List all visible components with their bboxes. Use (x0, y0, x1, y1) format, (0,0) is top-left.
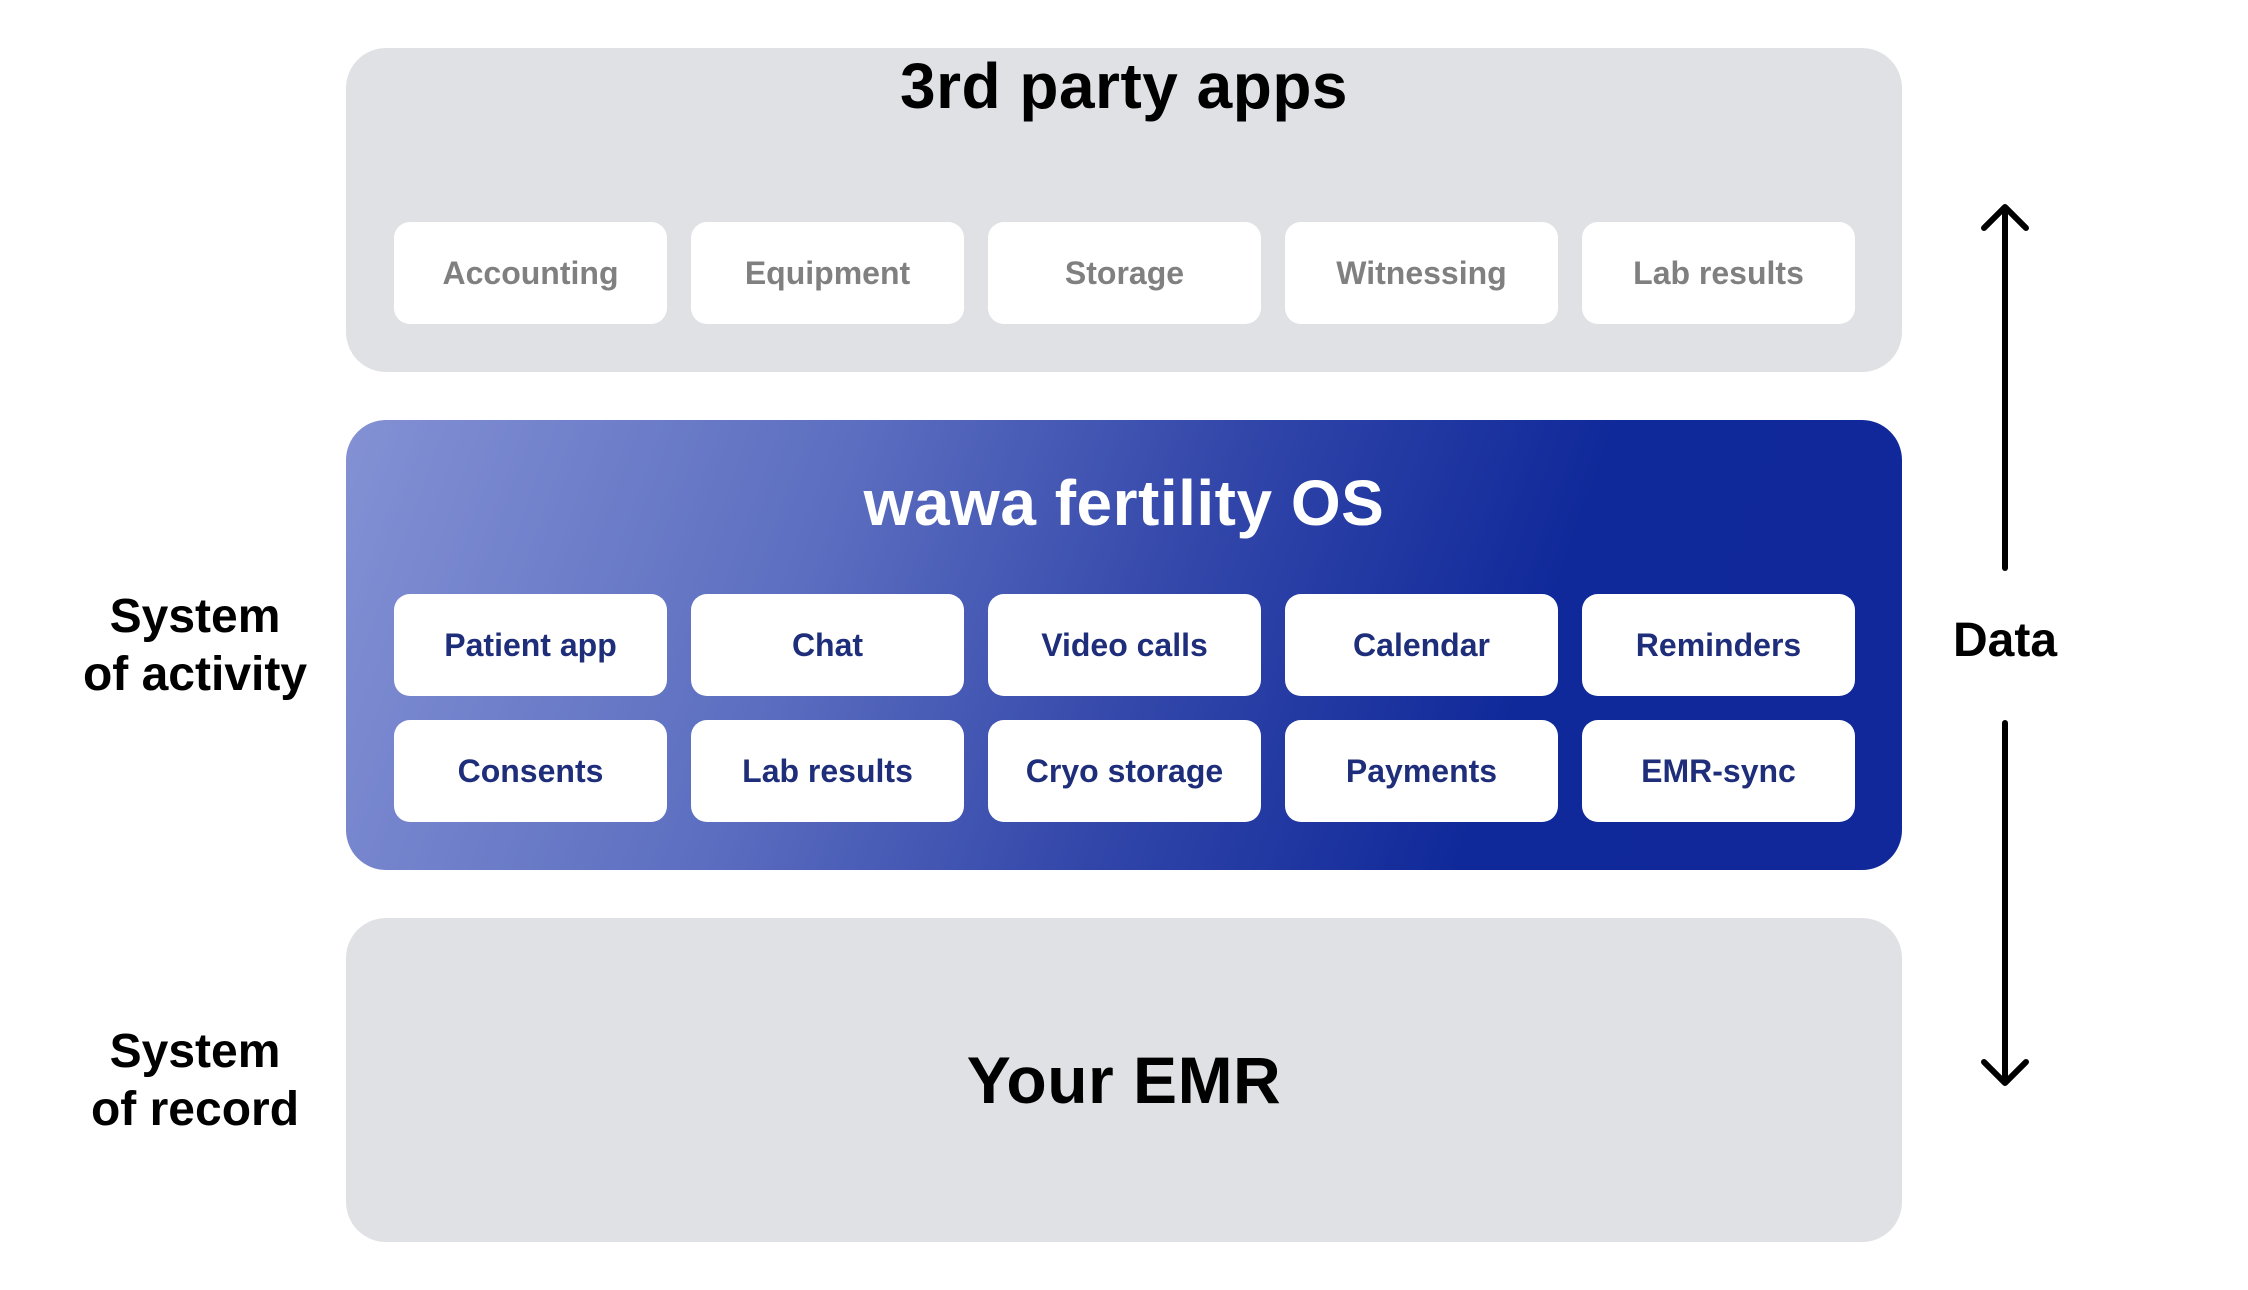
third-party-app-card: Storage (988, 222, 1261, 324)
fertility-os-panel: wawa fertility OS Patient app Chat Video… (346, 420, 1902, 870)
third-party-app-card: Accounting (394, 222, 667, 324)
label-line: System (109, 590, 281, 643)
os-module-card: Lab results (691, 720, 964, 822)
os-module-card: Reminders (1582, 594, 1855, 696)
arrow-up-icon (1981, 204, 2029, 571)
system-of-record-label: System of record (40, 1023, 350, 1139)
label-line: of record (90, 1083, 300, 1136)
emr-panel: Your EMR (346, 918, 1902, 1242)
arrow-down-icon (1981, 720, 2029, 1086)
os-module-card: Cryo storage (988, 720, 1261, 822)
third-party-app-card: Witnessing (1285, 222, 1558, 324)
os-module-card: EMR-sync (1582, 720, 1855, 822)
os-modules-row-1: Patient app Chat Video calls Calendar Re… (394, 594, 1855, 696)
label-line: of activity (82, 648, 308, 701)
os-module-card: Consents (394, 720, 667, 822)
third-party-apps-row: Accounting Equipment Storage Witnessing … (394, 222, 1855, 324)
third-party-apps-title: 3rd party apps (899, 50, 1349, 122)
third-party-app-card: Equipment (691, 222, 964, 324)
label-line: System (109, 1025, 281, 1078)
os-module-card: Video calls (988, 594, 1261, 696)
emr-title: Your EMR (966, 1043, 1282, 1117)
os-module-card: Calendar (1285, 594, 1558, 696)
os-module-card: Chat (691, 594, 964, 696)
fertility-os-title: wawa fertility OS (863, 467, 1385, 539)
system-of-activity-label: System of activity (40, 588, 350, 704)
os-module-card: Patient app (394, 594, 667, 696)
os-module-card: Payments (1285, 720, 1558, 822)
data-flow-label: Data (1952, 614, 2058, 667)
third-party-app-card: Lab results (1582, 222, 1855, 324)
third-party-apps-panel: 3rd party apps Accounting Equipment Stor… (346, 48, 1902, 372)
os-modules-row-2: Consents Lab results Cryo storage Paymen… (394, 720, 1855, 822)
